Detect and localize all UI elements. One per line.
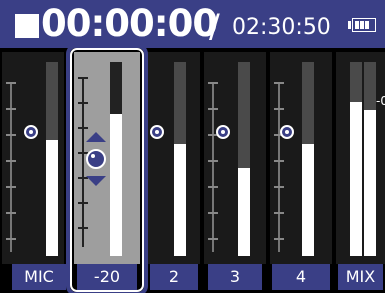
status-header: 00:00:00 / 02:30:50 <box>0 0 385 48</box>
recorder-screen: 00:00:00 / 02:30:50 MIC -20 2 3 4 -0 MIX <box>0 0 385 293</box>
fader-knob[interactable] <box>280 125 294 139</box>
fader-knob[interactable] <box>216 125 230 139</box>
level-meter-left <box>350 102 362 256</box>
channel-label-4[interactable]: 4 <box>272 264 330 290</box>
channel-4[interactable] <box>270 52 332 264</box>
elapsed-time: 00:00:00 <box>41 2 218 45</box>
selected-channel-inner-frame <box>70 48 144 292</box>
channel-mix[interactable]: -0 <box>336 52 385 264</box>
channel-3[interactable] <box>204 52 266 264</box>
battery-icon <box>348 18 378 32</box>
stop-icon <box>15 14 39 38</box>
fader-knob[interactable] <box>24 125 38 139</box>
level-meter <box>238 168 250 256</box>
time-separator: / <box>209 7 220 45</box>
fader-knob[interactable] <box>150 125 164 139</box>
channel-mic[interactable] <box>2 52 64 264</box>
channel-label-mic[interactable]: MIC <box>12 264 66 290</box>
level-meter <box>46 140 58 256</box>
mix-level-mark: -0 <box>376 94 385 108</box>
level-meter-right <box>364 110 376 256</box>
channel-label-3[interactable]: 3 <box>208 264 262 290</box>
remaining-time: 02:30:50 <box>232 15 331 40</box>
channel-2[interactable] <box>146 52 200 264</box>
level-meter <box>302 144 314 256</box>
channel-label-2[interactable]: 2 <box>150 264 198 290</box>
channel-label-mix[interactable]: MIX <box>338 264 383 290</box>
level-meter <box>174 144 186 256</box>
